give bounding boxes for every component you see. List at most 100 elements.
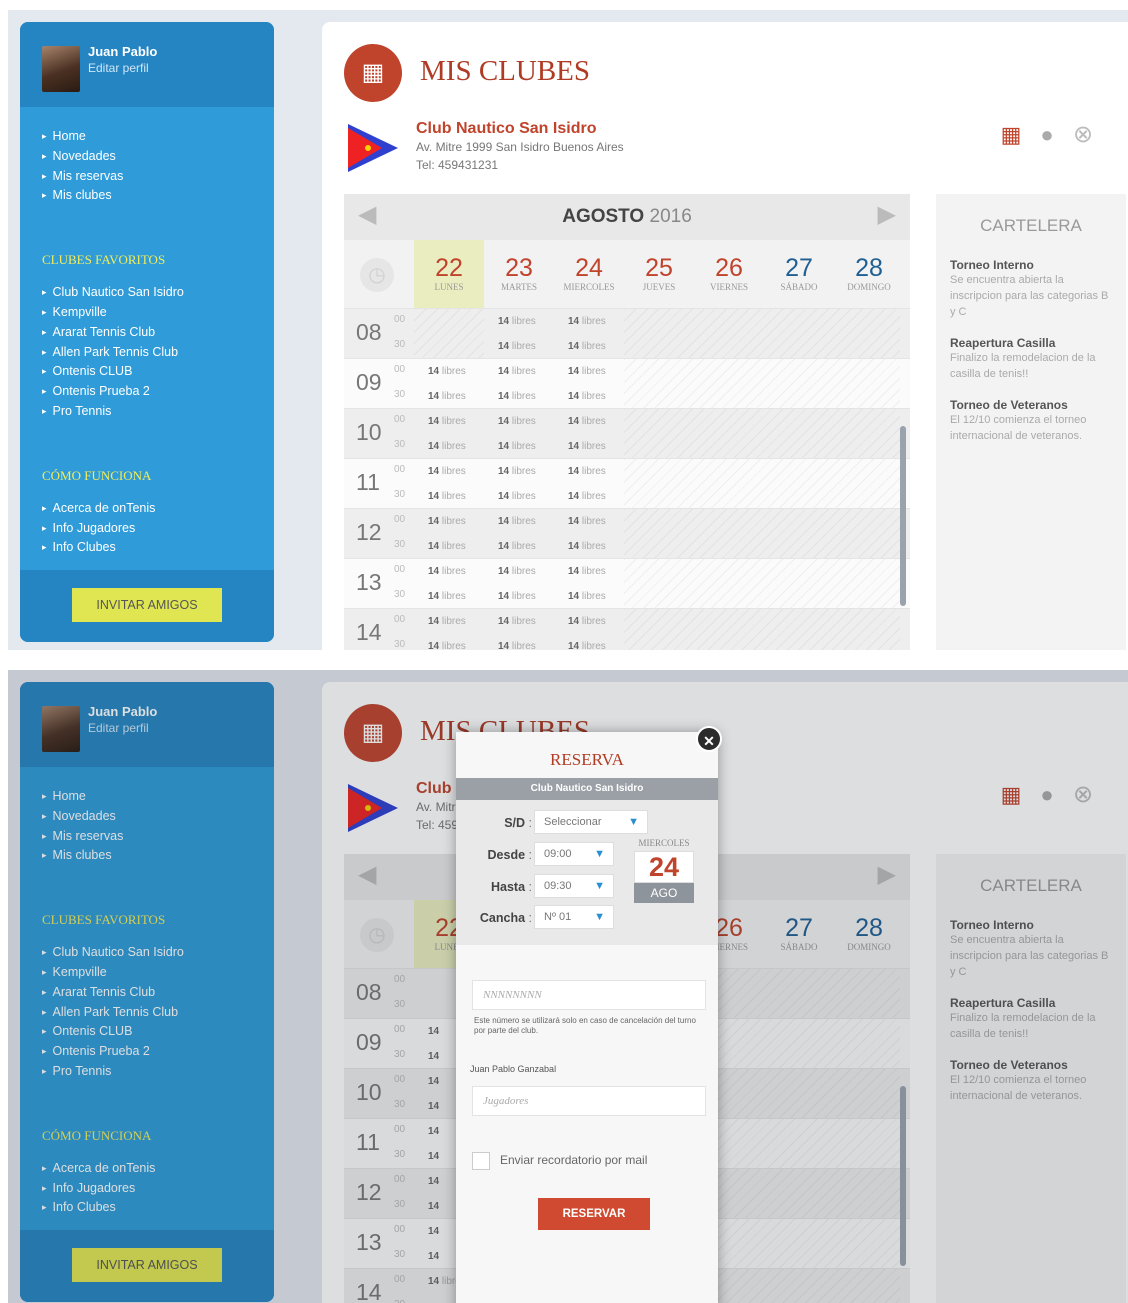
desde-select[interactable]: 09:00 ▼ — [534, 842, 614, 866]
slot-cell[interactable]: 14 libres — [554, 509, 624, 534]
slot-cell[interactable]: 14 libres — [484, 559, 554, 584]
slot-cell[interactable]: 14 libres — [554, 409, 624, 434]
day-column-header[interactable]: 24 MIERCOLES — [554, 240, 624, 308]
howto-item[interactable]: Info Clubes — [42, 538, 274, 558]
hour-label: 08 — [356, 319, 382, 345]
reminder-checkbox[interactable] — [472, 1152, 490, 1170]
slot-cell[interactable]: 14 libres — [414, 634, 484, 650]
news-item[interactable]: Reapertura Casilla Finalizo la remodelaci… — [936, 336, 1126, 382]
day-column-header[interactable]: 27 SÁBADO — [764, 240, 834, 308]
favorite-item[interactable]: Ontenis CLUB — [42, 362, 274, 382]
slot-cell[interactable]: 14 libres — [484, 584, 554, 609]
slot-word: libres — [441, 641, 466, 650]
slot-cell[interactable]: 14 libres — [484, 409, 554, 434]
favorite-item[interactable]: Allen Park Tennis Club — [42, 343, 274, 363]
slot-cell[interactable]: 14 libres — [484, 509, 554, 534]
day-column-header[interactable]: 26 VIERNES — [694, 240, 764, 308]
slot-cell[interactable]: 14 libres — [414, 534, 484, 559]
players-input[interactable]: Jugadores — [472, 1086, 706, 1116]
slot-cell[interactable]: 14 libres — [554, 484, 624, 509]
slot-count: 14 — [498, 516, 510, 527]
cartelera-title: CARTELERA — [980, 216, 1082, 235]
calendar-icon[interactable]: ▦ — [996, 120, 1026, 150]
slot-word: libres — [511, 541, 536, 552]
slot-cell[interactable]: 14 libres — [414, 609, 484, 634]
news-item[interactable]: Torneo de Veteranos El 12/10 comienza el … — [936, 398, 1126, 444]
slot-cell[interactable]: 14 libres — [414, 384, 484, 409]
slot-cell[interactable]: 14 libres — [414, 584, 484, 609]
slot-cell[interactable]: 14 libres — [554, 359, 624, 384]
calendar-scrollbar[interactable] — [900, 426, 906, 606]
slot-cell[interactable]: 14 libres — [414, 484, 484, 509]
slot-cell[interactable]: 14 libres — [484, 459, 554, 484]
day-column-header[interactable]: 22 LUNES — [414, 240, 484, 308]
slot-cell[interactable]: 14 libres — [414, 409, 484, 434]
slot-cell[interactable]: 14 libres — [554, 459, 624, 484]
slot-cell[interactable]: 14 libres — [414, 459, 484, 484]
user-name: Juan Pablo — [88, 44, 158, 59]
day-column-header[interactable]: 25 JUEVES — [624, 240, 694, 308]
cancha-select[interactable]: Nº 01 ▼ — [534, 905, 614, 929]
map-pin-icon[interactable]: ● — [1032, 120, 1062, 150]
avatar[interactable] — [42, 46, 80, 92]
slot-cell[interactable]: 14 libres — [554, 534, 624, 559]
slot-cell[interactable]: 14 libres — [554, 434, 624, 459]
phone-input[interactable]: NNNNNNNN — [472, 980, 706, 1010]
invite-friends-button[interactable]: INVITAR AMIGOS — [72, 588, 222, 622]
slot-cell[interactable]: 14 libres — [484, 384, 554, 409]
menu-item-mis-reservas[interactable]: Mis reservas — [42, 167, 274, 187]
slot-cell[interactable]: 14 libres — [484, 534, 554, 559]
favorite-item[interactable]: Ontenis Prueba 2 — [42, 382, 274, 402]
slot-word: libres — [511, 341, 536, 352]
slot-cell[interactable]: 14 libres — [484, 484, 554, 509]
slot-cell[interactable]: 14 libres — [554, 634, 624, 650]
day-column-header[interactable]: 28 DOMINGO — [834, 240, 904, 308]
day-column-header[interactable]: 23 MARTES — [484, 240, 554, 308]
hour-row: 09 00 30 14 libres 14 libres 14 libres 14… — [344, 358, 910, 409]
arrow-right-icon[interactable]: ▶ — [878, 200, 896, 229]
menu-item-home[interactable]: Home — [42, 127, 274, 147]
reservation-modal: RESERVA Club Nautico San Isidro S/D : Se… — [456, 732, 718, 1303]
hasta-select[interactable]: 09:30 ▼ — [534, 874, 614, 898]
slot-cell[interactable]: 14 libres — [554, 559, 624, 584]
howto-item[interactable]: Info Jugadores — [42, 519, 274, 539]
slot-cell[interactable]: 14 libres — [484, 634, 554, 650]
howto-item[interactable]: Acerca de onTenis — [42, 499, 274, 519]
sd-select[interactable]: Seleccionar ▼ — [534, 810, 648, 834]
reserve-button[interactable]: RESERVAR — [538, 1198, 650, 1230]
slot-cell[interactable]: 14 libres — [414, 559, 484, 584]
favorite-item[interactable]: Club Nautico San Isidro — [42, 283, 274, 303]
close-circle-icon[interactable]: ⊗ — [1068, 120, 1098, 150]
edit-profile-link[interactable]: Editar perfil — [88, 61, 149, 75]
slot-count: 14 — [498, 591, 510, 602]
menu-item-novedades[interactable]: Novedades — [42, 147, 274, 167]
news-title: Torneo de Veteranos — [950, 398, 1068, 412]
favorite-item[interactable]: Pro Tennis — [42, 402, 274, 422]
slot-cell[interactable]: 14 libres — [484, 434, 554, 459]
club-name[interactable]: Club Nautico San Isidro — [416, 120, 596, 138]
slot-cell[interactable]: 14 libres — [554, 584, 624, 609]
hour-label: 14 — [356, 619, 382, 645]
favorite-item[interactable]: Kempville — [42, 303, 274, 323]
chevron-down-icon: ▼ — [594, 911, 605, 923]
minute-label: 00 — [394, 464, 406, 475]
slot-cell[interactable]: 14 libres — [554, 384, 624, 409]
slot-cell[interactable]: 14 libres — [554, 309, 624, 334]
menu-item-mis-clubes[interactable]: Mis clubes — [42, 186, 274, 206]
slot-cell[interactable]: 14 libres — [484, 334, 554, 359]
slot-cell[interactable]: 14 libres — [484, 609, 554, 634]
close-icon[interactable]: ✕ — [696, 726, 722, 752]
day-number: 23 — [505, 254, 533, 282]
news-item[interactable]: Torneo Interno Se encuentra abierta la in… — [936, 258, 1126, 320]
club-flag-icon — [348, 124, 398, 172]
calendar-header: ◀ AGOSTO 2016 ▶ — [344, 194, 910, 240]
slot-cell[interactable]: 14 libres — [484, 309, 554, 334]
slot-cell[interactable]: 14 libres — [554, 609, 624, 634]
slot-cell[interactable]: 14 libres — [554, 334, 624, 359]
unavailable-area — [624, 309, 900, 359]
slot-cell[interactable]: 14 libres — [414, 509, 484, 534]
slot-cell[interactable]: 14 libres — [414, 434, 484, 459]
slot-cell[interactable]: 14 libres — [414, 359, 484, 384]
favorite-item[interactable]: Ararat Tennis Club — [42, 323, 274, 343]
slot-cell[interactable]: 14 libres — [484, 359, 554, 384]
